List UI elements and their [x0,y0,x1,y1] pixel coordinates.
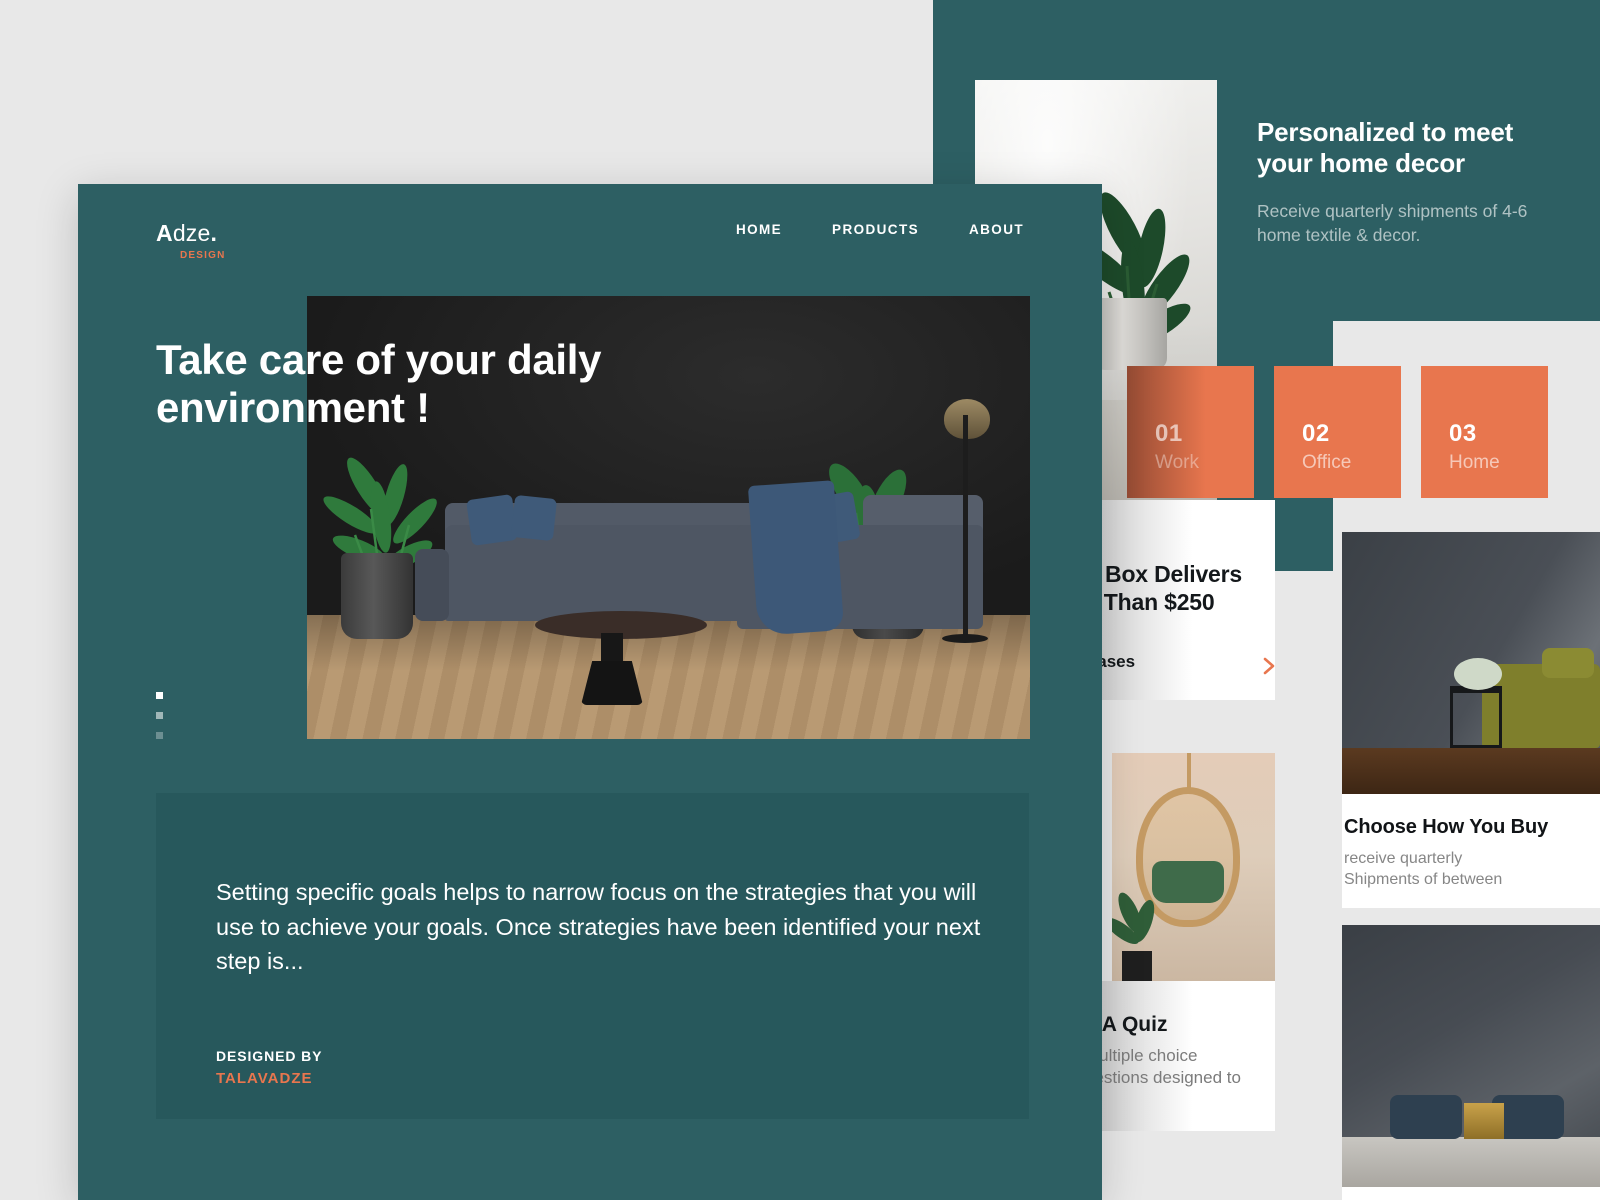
floor-lamp-pole [963,415,968,635]
feature-card-title-line2: e Than $250 [1085,589,1215,616]
throw-blanket [747,480,845,636]
site-header: Adze. DESIGN HOME PRODUCTS ABOUT [78,184,1102,294]
photo-floor [1342,1137,1600,1187]
promo-title: Personalized to meet your home decor [1257,117,1514,178]
article-body: Tave’ Decor Door we will notice you when… [1342,1187,1600,1200]
cushion-1 [466,494,518,546]
quiz-card-photo [1112,753,1275,981]
article-sub-line2: Shipments of between [1344,871,1503,889]
flower-vase [1454,658,1502,690]
gold-side-table [1464,1103,1504,1139]
cushion-2 [510,494,558,542]
logo-wordmark: Adze. [156,220,226,247]
hero-plant-pot-left [341,553,413,639]
category-number: 03 [1449,420,1477,447]
article-title: Choose How You Buy [1344,816,1549,838]
armchair-left [1390,1095,1462,1139]
slider-dot-2[interactable] [156,712,163,719]
page-title: Take care of your daily environment ! [156,336,602,431]
floor-lamp-base [942,634,988,643]
logo-subtitle: DESIGN [180,250,226,261]
article-card-tave-decor-door[interactable]: Tave’ Decor Door we will notice you when… [1342,925,1600,1200]
category-number: 02 [1302,420,1330,447]
feature-card-subtitle: multiple choice uestions designed to [1085,1045,1285,1089]
nav-item-home[interactable]: HOME [736,222,782,237]
slider-dots[interactable] [156,692,163,752]
site-logo[interactable]: Adze. DESIGN [156,220,226,261]
category-number: 01 [1155,420,1183,447]
article-photo [1342,532,1600,794]
category-card-work[interactable]: 01 Work [1127,366,1254,498]
screenshot-stage: 01 Work 02 Office 03 Home Personalized t… [0,0,1600,1200]
plant-pot [1093,298,1167,370]
photo-floor [1342,748,1600,794]
primary-navigation: HOME PRODUCTS ABOUT [736,222,1024,237]
chevron-right-icon[interactable] [1258,655,1280,677]
article-body: Choose How You Buy receive quarterly Shi… [1342,794,1600,908]
category-name: Work [1155,452,1199,473]
slider-dot-1[interactable] [156,692,163,699]
main-landing-page-window: Adze. DESIGN HOME PRODUCTS ABOUT Take ca… [78,184,1102,1200]
logo-dot: . [210,220,218,246]
description-panel: Setting specific goals helps to narrow f… [156,793,1029,1119]
hanging-chair-rope [1187,753,1191,789]
category-name: Home [1449,452,1500,473]
logo-rest: dze [172,220,211,246]
feature-card-title: n Box Delivers e Than $250 [1085,560,1285,617]
article-card-choose-how-you-buy[interactable]: Choose How You Buy receive quarterly Shi… [1342,532,1600,909]
category-card-home[interactable]: 03 Home [1421,366,1548,498]
category-name: Office [1302,452,1352,473]
nav-item-about[interactable]: ABOUT [969,222,1024,237]
logo-initial: A [156,220,173,246]
credit-name[interactable]: TALAVADZE [216,1070,322,1087]
promo-subtitle: Receive quarterly shipments of 4-6 home … [1257,201,1528,245]
article-sub-line1: receive quarterly [1344,850,1463,867]
category-card-office[interactable]: 02 Office [1274,366,1401,498]
credit-label: DESIGNED BY [216,1048,323,1064]
side-table [1450,686,1502,748]
article-photo [1342,925,1600,1187]
article-subtitle: receive quarterly Shipments of between [1344,848,1600,890]
feature-card-title-line1: n Box Delivers [1085,561,1242,587]
credit-block: DESIGNED BY TALAVADZE [216,1048,322,1087]
slider-dot-3[interactable] [156,732,163,739]
description-text: Setting specific goals helps to narrow f… [216,879,981,975]
promo-text-block: Personalized to meet your home decor Rec… [1257,117,1557,247]
nav-item-products[interactable]: PRODUCTS [832,222,919,237]
feature-card-sub-line2: uestions designed to [1085,1068,1241,1088]
quiz-photo-plant [1112,892,1155,981]
